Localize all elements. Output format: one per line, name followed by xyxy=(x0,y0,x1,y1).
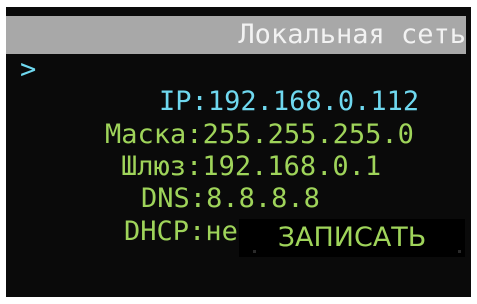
write-button[interactable]: ЗАПИСАТЬ xyxy=(239,219,465,257)
menu-item-dns[interactable]: DNS:8.8.8.8 xyxy=(76,151,320,214)
dhcp-label: DHCP: xyxy=(124,216,206,247)
screen-title: Локальная сеть xyxy=(6,16,466,54)
selection-cursor: > xyxy=(20,54,37,85)
button-corner-dot-right xyxy=(458,250,461,253)
write-button-label: ЗАПИСАТЬ xyxy=(277,222,427,253)
menu-item-dhcp[interactable]: DHCP:нет xyxy=(59,184,254,247)
button-corner-dot-left xyxy=(253,250,256,253)
menu-item-mask[interactable]: Маска:255.255.255.0 xyxy=(40,87,414,150)
menu-item-gateway[interactable]: Шлюз:192.168.0.1 xyxy=(56,119,381,182)
device-screen: Локальная сеть > IP:192.168.0.112 Маска:… xyxy=(6,7,471,297)
menu-item-ip[interactable]: IP:192.168.0.112 xyxy=(94,54,419,117)
